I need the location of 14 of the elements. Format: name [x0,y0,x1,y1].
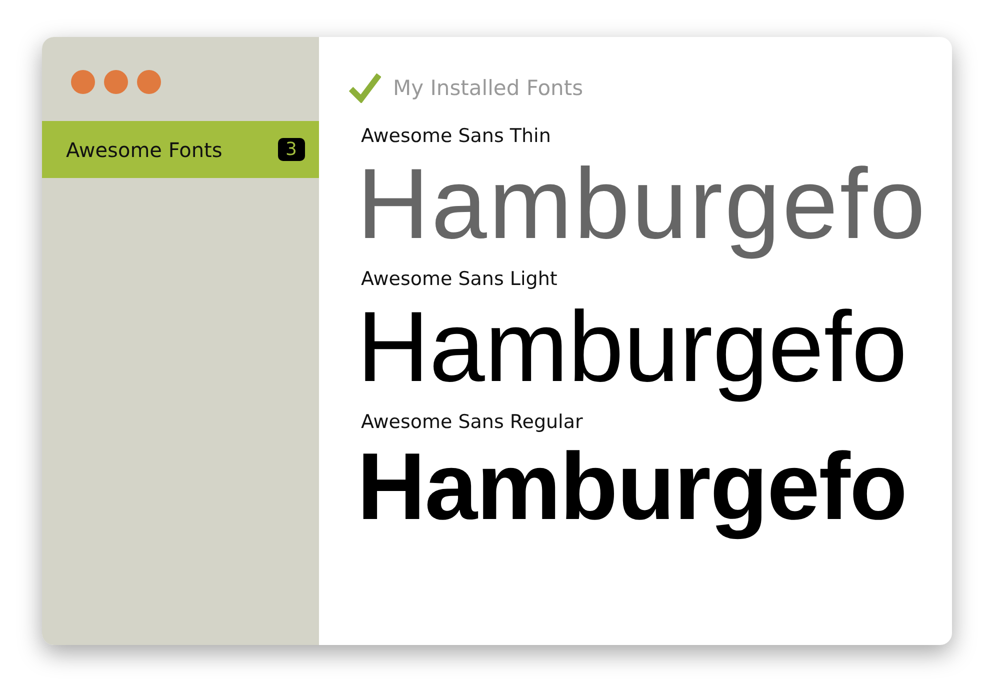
sidebar-item[interactable]: Awesome Fonts 3 [42,121,319,178]
checkmark-icon [349,73,381,103]
font-name: Awesome Sans Thin [361,125,551,147]
font-sample: Hamburgefo [357,290,908,405]
font-sample: Hamburgefo [357,147,928,262]
font-sample: Hamburgefo [357,433,906,542]
window-control-dot[interactable] [71,70,95,94]
font-name: Awesome Sans Regular [361,411,583,433]
count-badge: 3 [278,138,305,161]
window-control-dot[interactable] [137,70,161,94]
sidebar-item-label: Awesome Fonts [66,138,222,162]
section-title: My Installed Fonts [393,76,584,100]
font-name: Awesome Sans Light [361,268,558,290]
window-control-dot[interactable] [104,70,128,94]
